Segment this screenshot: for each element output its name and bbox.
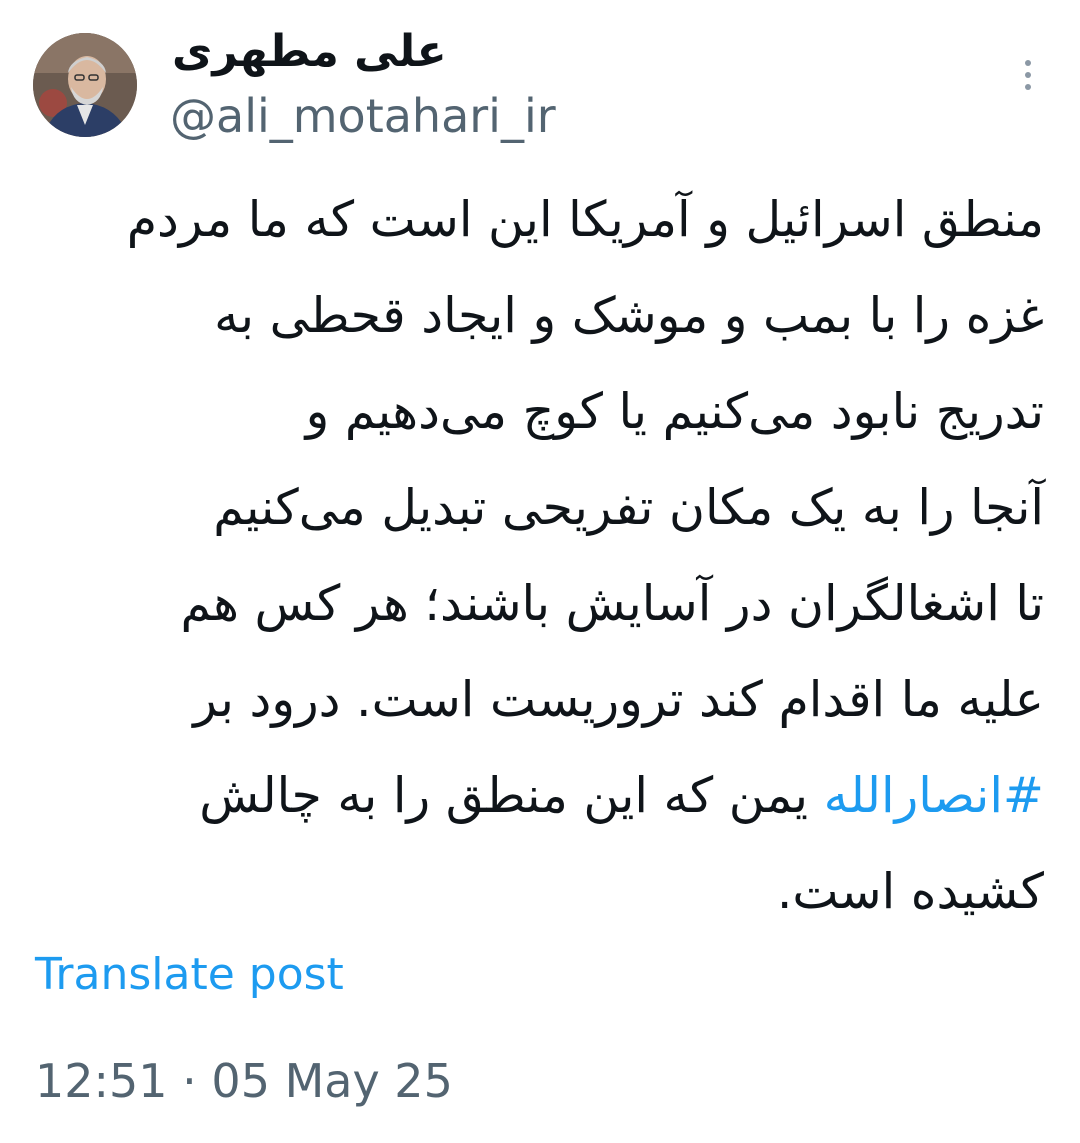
tweet-line-fragment: یمن که این منطق را به چالش — [199, 767, 824, 824]
tweet-text: منطق اسرائیل و آمریکا این است که ما مردم… — [30, 172, 1044, 940]
more-vertical-icon-dot — [1025, 72, 1031, 78]
tweet-line: کشیده است. — [776, 863, 1044, 920]
tweet-line: غزه را با بمب و موشک و ایجاد قحطی به — [214, 287, 1044, 344]
avatar[interactable] — [33, 33, 137, 137]
tweet-line: تدریج نابود می‌کنیم یا کوچ می‌دهیم و — [305, 383, 1044, 440]
more-vertical-icon — [1025, 60, 1031, 66]
tweet-line: منطق اسرائیل و آمریکا این است که ما مردم — [126, 191, 1044, 248]
tweet-line: علیه ما اقدام کند تروریست است. درود بر — [193, 671, 1044, 728]
translate-post-link[interactable]: Translate post — [35, 948, 344, 1002]
tweet-line: تا اشغالگران در آسایش باشند؛ هر کس هم — [180, 575, 1044, 632]
more-vertical-icon-dot — [1025, 84, 1031, 90]
profile-photo — [33, 33, 137, 137]
author-display-name[interactable]: علی مطهری — [172, 22, 447, 82]
tweet-timestamp[interactable]: 12:51 · 05 May 25 — [35, 1052, 453, 1110]
author-handle[interactable]: @ali_motahari_ir — [170, 88, 556, 144]
hashtag-link[interactable]: #انصارالله — [824, 767, 1044, 824]
tweet-line-with-hashtag: #انصارالله یمن که این منطق را به چالش — [30, 748, 1044, 844]
more-options-button[interactable] — [1010, 50, 1046, 100]
tweet-line: آنجا را به یک مکان تفریحی تبدیل می‌کنیم — [213, 479, 1044, 536]
